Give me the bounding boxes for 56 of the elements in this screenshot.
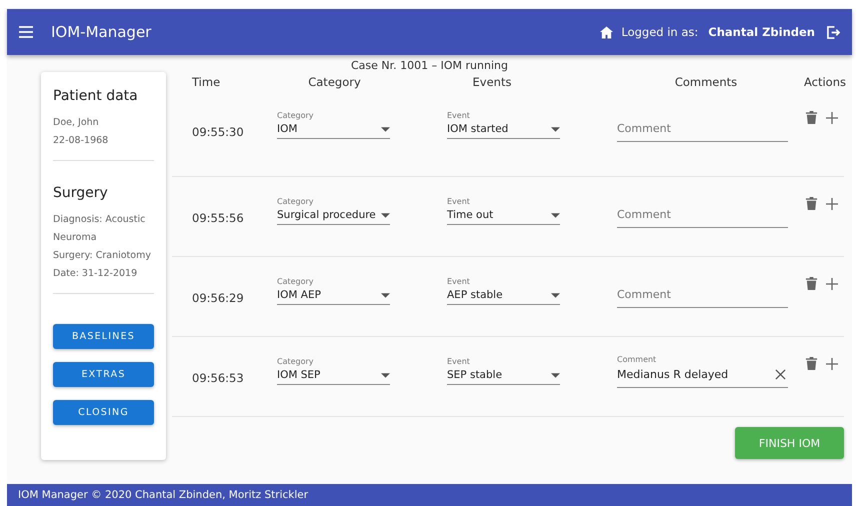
- caret-icon: [551, 292, 560, 298]
- category-select[interactable]: Category IOM AEP: [277, 277, 390, 305]
- user-name: Chantal Zbinden: [708, 25, 815, 39]
- time-cell-text: 09:56:53: [192, 371, 245, 385]
- comment-field[interactable]: Comment: [617, 105, 788, 142]
- caret-icon: [551, 372, 560, 378]
- time-cell-text: 09:56:29: [192, 291, 245, 305]
- delete-icon[interactable]: [805, 197, 818, 210]
- side-button[interactable]: CLOSING: [53, 400, 154, 425]
- patient-info: 22-08-1968: [53, 134, 110, 148]
- time-cell-text: 09:55:56: [192, 211, 245, 225]
- add-icon[interactable]: [826, 198, 838, 210]
- category-select[interactable]: Category Surgical procedure: [277, 197, 390, 225]
- add-icon[interactable]: [826, 358, 838, 370]
- comment-field[interactable]: Comment: [617, 191, 788, 228]
- event-select[interactable]: Event IOM started: [447, 111, 560, 139]
- caret-icon: [381, 372, 390, 378]
- caret-icon: [381, 212, 390, 218]
- surgery-info: Diagnosis: Acoustic Neuroma: [53, 213, 146, 245]
- column-header: Category: [308, 74, 361, 88]
- caret-icon: [381, 292, 390, 298]
- menu-icon[interactable]: [19, 25, 33, 39]
- caret-icon: [551, 126, 560, 132]
- logged-in-label: Logged in as:: [621, 25, 698, 39]
- column-header: Time: [192, 74, 220, 88]
- case-title: Case Nr. 1001 – IOM running: [350, 58, 509, 72]
- patient-info: Doe, John: [53, 116, 100, 130]
- column-header: Events: [472, 74, 512, 88]
- add-icon[interactable]: [826, 278, 838, 290]
- delete-icon[interactable]: [805, 111, 818, 124]
- comment-field[interactable]: Comment: [617, 271, 788, 308]
- side-button[interactable]: BASELINES: [53, 324, 154, 349]
- event-select[interactable]: Event AEP stable: [447, 277, 560, 305]
- clear-icon[interactable]: [775, 369, 786, 380]
- app-title: IOM-Manager: [51, 23, 152, 41]
- logout-icon[interactable]: [827, 26, 840, 38]
- event-select[interactable]: Event SEP stable: [447, 357, 560, 385]
- surgery-heading: Surgery: [53, 185, 109, 201]
- add-icon[interactable]: [826, 112, 838, 124]
- column-header: Actions: [804, 74, 846, 88]
- footer-text: IOM Manager © 2020 Chantal Zbinden, Moritz Strickler: [18, 489, 308, 501]
- delete-icon[interactable]: [805, 357, 818, 370]
- surgery-info: Date: 31-12-2019: [53, 267, 138, 281]
- patient-heading: Patient data: [53, 88, 139, 104]
- home-icon[interactable]: [600, 26, 614, 38]
- side-button[interactable]: EXTRAS: [53, 362, 154, 387]
- surgery-info: Surgery: Craniotomy: [53, 249, 152, 263]
- column-header: Comments: [674, 74, 738, 88]
- comment-field[interactable]: Comment Medianus R delayed: [617, 351, 788, 388]
- category-select[interactable]: Category IOM SEP: [277, 357, 390, 385]
- caret-icon: [551, 212, 560, 218]
- delete-icon[interactable]: [805, 277, 818, 290]
- category-select[interactable]: Category IOM: [277, 111, 390, 139]
- event-select[interactable]: Event Time out: [447, 197, 560, 225]
- caret-icon: [381, 126, 390, 132]
- time-cell-text: 09:55:30: [192, 125, 245, 139]
